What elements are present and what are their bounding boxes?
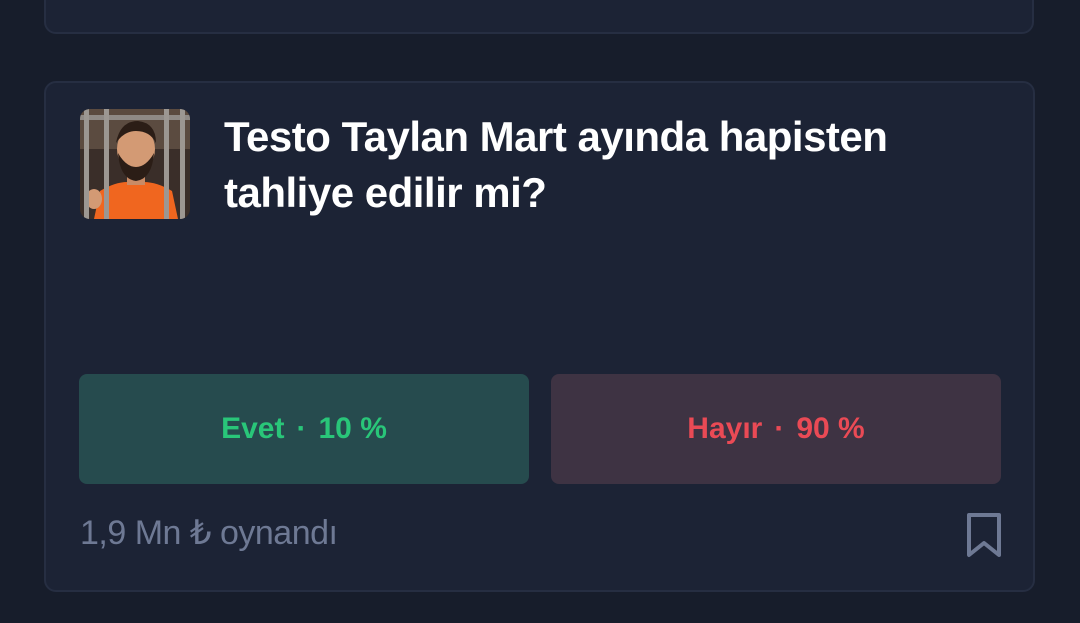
no-label: Hayır bbox=[687, 412, 763, 445]
market-image bbox=[80, 109, 190, 219]
previous-market-card[interactable] bbox=[44, 0, 1034, 34]
yes-separator: · bbox=[296, 412, 307, 445]
volume-text: 1,9 Mn ₺ oynandı bbox=[80, 514, 338, 552]
no-separator: · bbox=[774, 412, 785, 445]
no-percent: 90 % bbox=[796, 412, 865, 445]
yes-percent: 10 % bbox=[318, 412, 387, 445]
market-title[interactable]: Testo Taylan Mart ayında hapisten tahliy… bbox=[224, 109, 984, 221]
yes-label: Evet bbox=[221, 412, 285, 445]
yes-outcome-button[interactable]: Evet · 10 % bbox=[79, 374, 529, 484]
no-outcome-button[interactable]: Hayır · 90 % bbox=[551, 374, 1001, 484]
market-card[interactable]: Testo Taylan Mart ayında hapisten tahliy… bbox=[44, 81, 1035, 592]
bookmark-icon[interactable] bbox=[964, 511, 1004, 559]
